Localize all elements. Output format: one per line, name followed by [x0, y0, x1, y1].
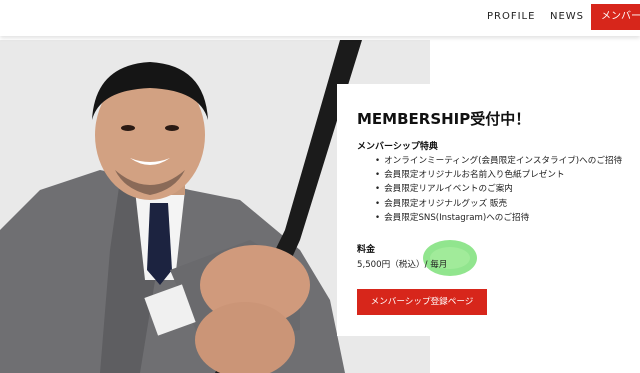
- membership-title: MEMBERSHIP受付中！: [357, 110, 531, 128]
- page: PROFILE NEWS メンバーシップ: [0, 0, 640, 373]
- membership-register-button[interactable]: メンバーシップ登録ページ: [357, 289, 487, 315]
- benefits-list: オンラインミーティング(会員限定インスタライブ)へのご招待 会員限定オリジナルお…: [375, 154, 622, 225]
- benefit-item: 会員限定SNS(Instagram)へのご招待: [375, 211, 622, 225]
- benefit-item: 会員限定オリジナルグッズ 販売: [375, 197, 622, 211]
- nav-news-link[interactable]: NEWS: [550, 11, 584, 22]
- benefit-item: オンラインミーティング(会員限定インスタライブ)へのご招待: [375, 154, 622, 168]
- benefit-item: 会員限定オリジナルお名前入り色紙プレゼント: [375, 168, 622, 182]
- benefit-item: 会員限定リアルイベントのご案内: [375, 182, 622, 196]
- nav-membership-button[interactable]: メンバーシップ: [591, 4, 640, 30]
- membership-card: MEMBERSHIP受付中！ メンバーシップ特典 オンラインミーティング(会員限…: [337, 84, 640, 336]
- site-header: PROFILE NEWS メンバーシップ: [0, 0, 640, 36]
- price-heading: 料金: [357, 245, 376, 255]
- nav-profile-link[interactable]: PROFILE: [487, 11, 535, 22]
- price-value: 5,500円（税込）/ 毎月: [357, 260, 448, 270]
- benefits-heading: メンバーシップ特典: [357, 142, 438, 152]
